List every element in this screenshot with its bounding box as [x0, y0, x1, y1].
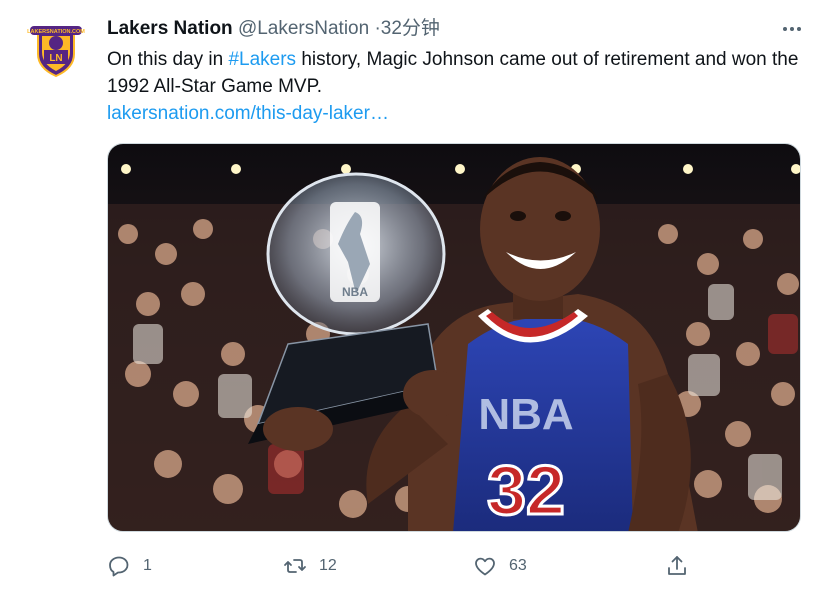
like-button[interactable]: 63 [473, 550, 527, 582]
avatar-logo-text: LN [49, 53, 62, 64]
trophy-logo-text: NBA [342, 285, 368, 299]
retweet-count: 12 [319, 557, 337, 574]
tweet-header: Lakers Nation @LakersNation ·32分钟 [107, 17, 440, 41]
reply-icon [109, 556, 129, 577]
avatar[interactable]: LN LAKERSNATION.COM [22, 14, 90, 82]
lakers-nation-logo: LN LAKERSNATION.COM [22, 14, 90, 82]
tweet-timestamp[interactable]: 32分钟 [381, 18, 440, 39]
more-dot [797, 27, 801, 31]
tweet-photo[interactable]: NBA 32 NBA [107, 143, 801, 532]
tweet-text: On this day in #Lakers history, Magic Jo… [107, 46, 807, 100]
jersey-letters: NBA [478, 390, 573, 439]
tweet-text-before: On this day in [107, 49, 229, 70]
jersey-number: 32 [487, 451, 565, 529]
more-dot [783, 27, 787, 31]
share-icon [668, 556, 686, 575]
author-handle[interactable]: @LakersNation [238, 18, 369, 39]
like-count: 63 [509, 557, 527, 574]
share-button[interactable] [665, 550, 689, 582]
like-icon [475, 557, 495, 576]
avatar-ribbon-text: LAKERSNATION.COM [27, 29, 85, 35]
tweet-actions: 1 12 63 [107, 550, 807, 582]
more-dot [790, 27, 794, 31]
hashtag-link[interactable]: #Lakers [228, 49, 296, 70]
reply-button[interactable]: 1 [107, 550, 152, 582]
photo-illustration: NBA 32 NBA [108, 144, 800, 531]
retweet-button[interactable]: 12 [283, 550, 337, 582]
article-link[interactable]: lakersnation.com/this-day-laker… [107, 100, 389, 127]
reply-count: 1 [143, 557, 152, 574]
more-icon[interactable] [778, 18, 806, 40]
retweet-icon [284, 559, 306, 573]
author-name[interactable]: Lakers Nation [107, 18, 233, 39]
